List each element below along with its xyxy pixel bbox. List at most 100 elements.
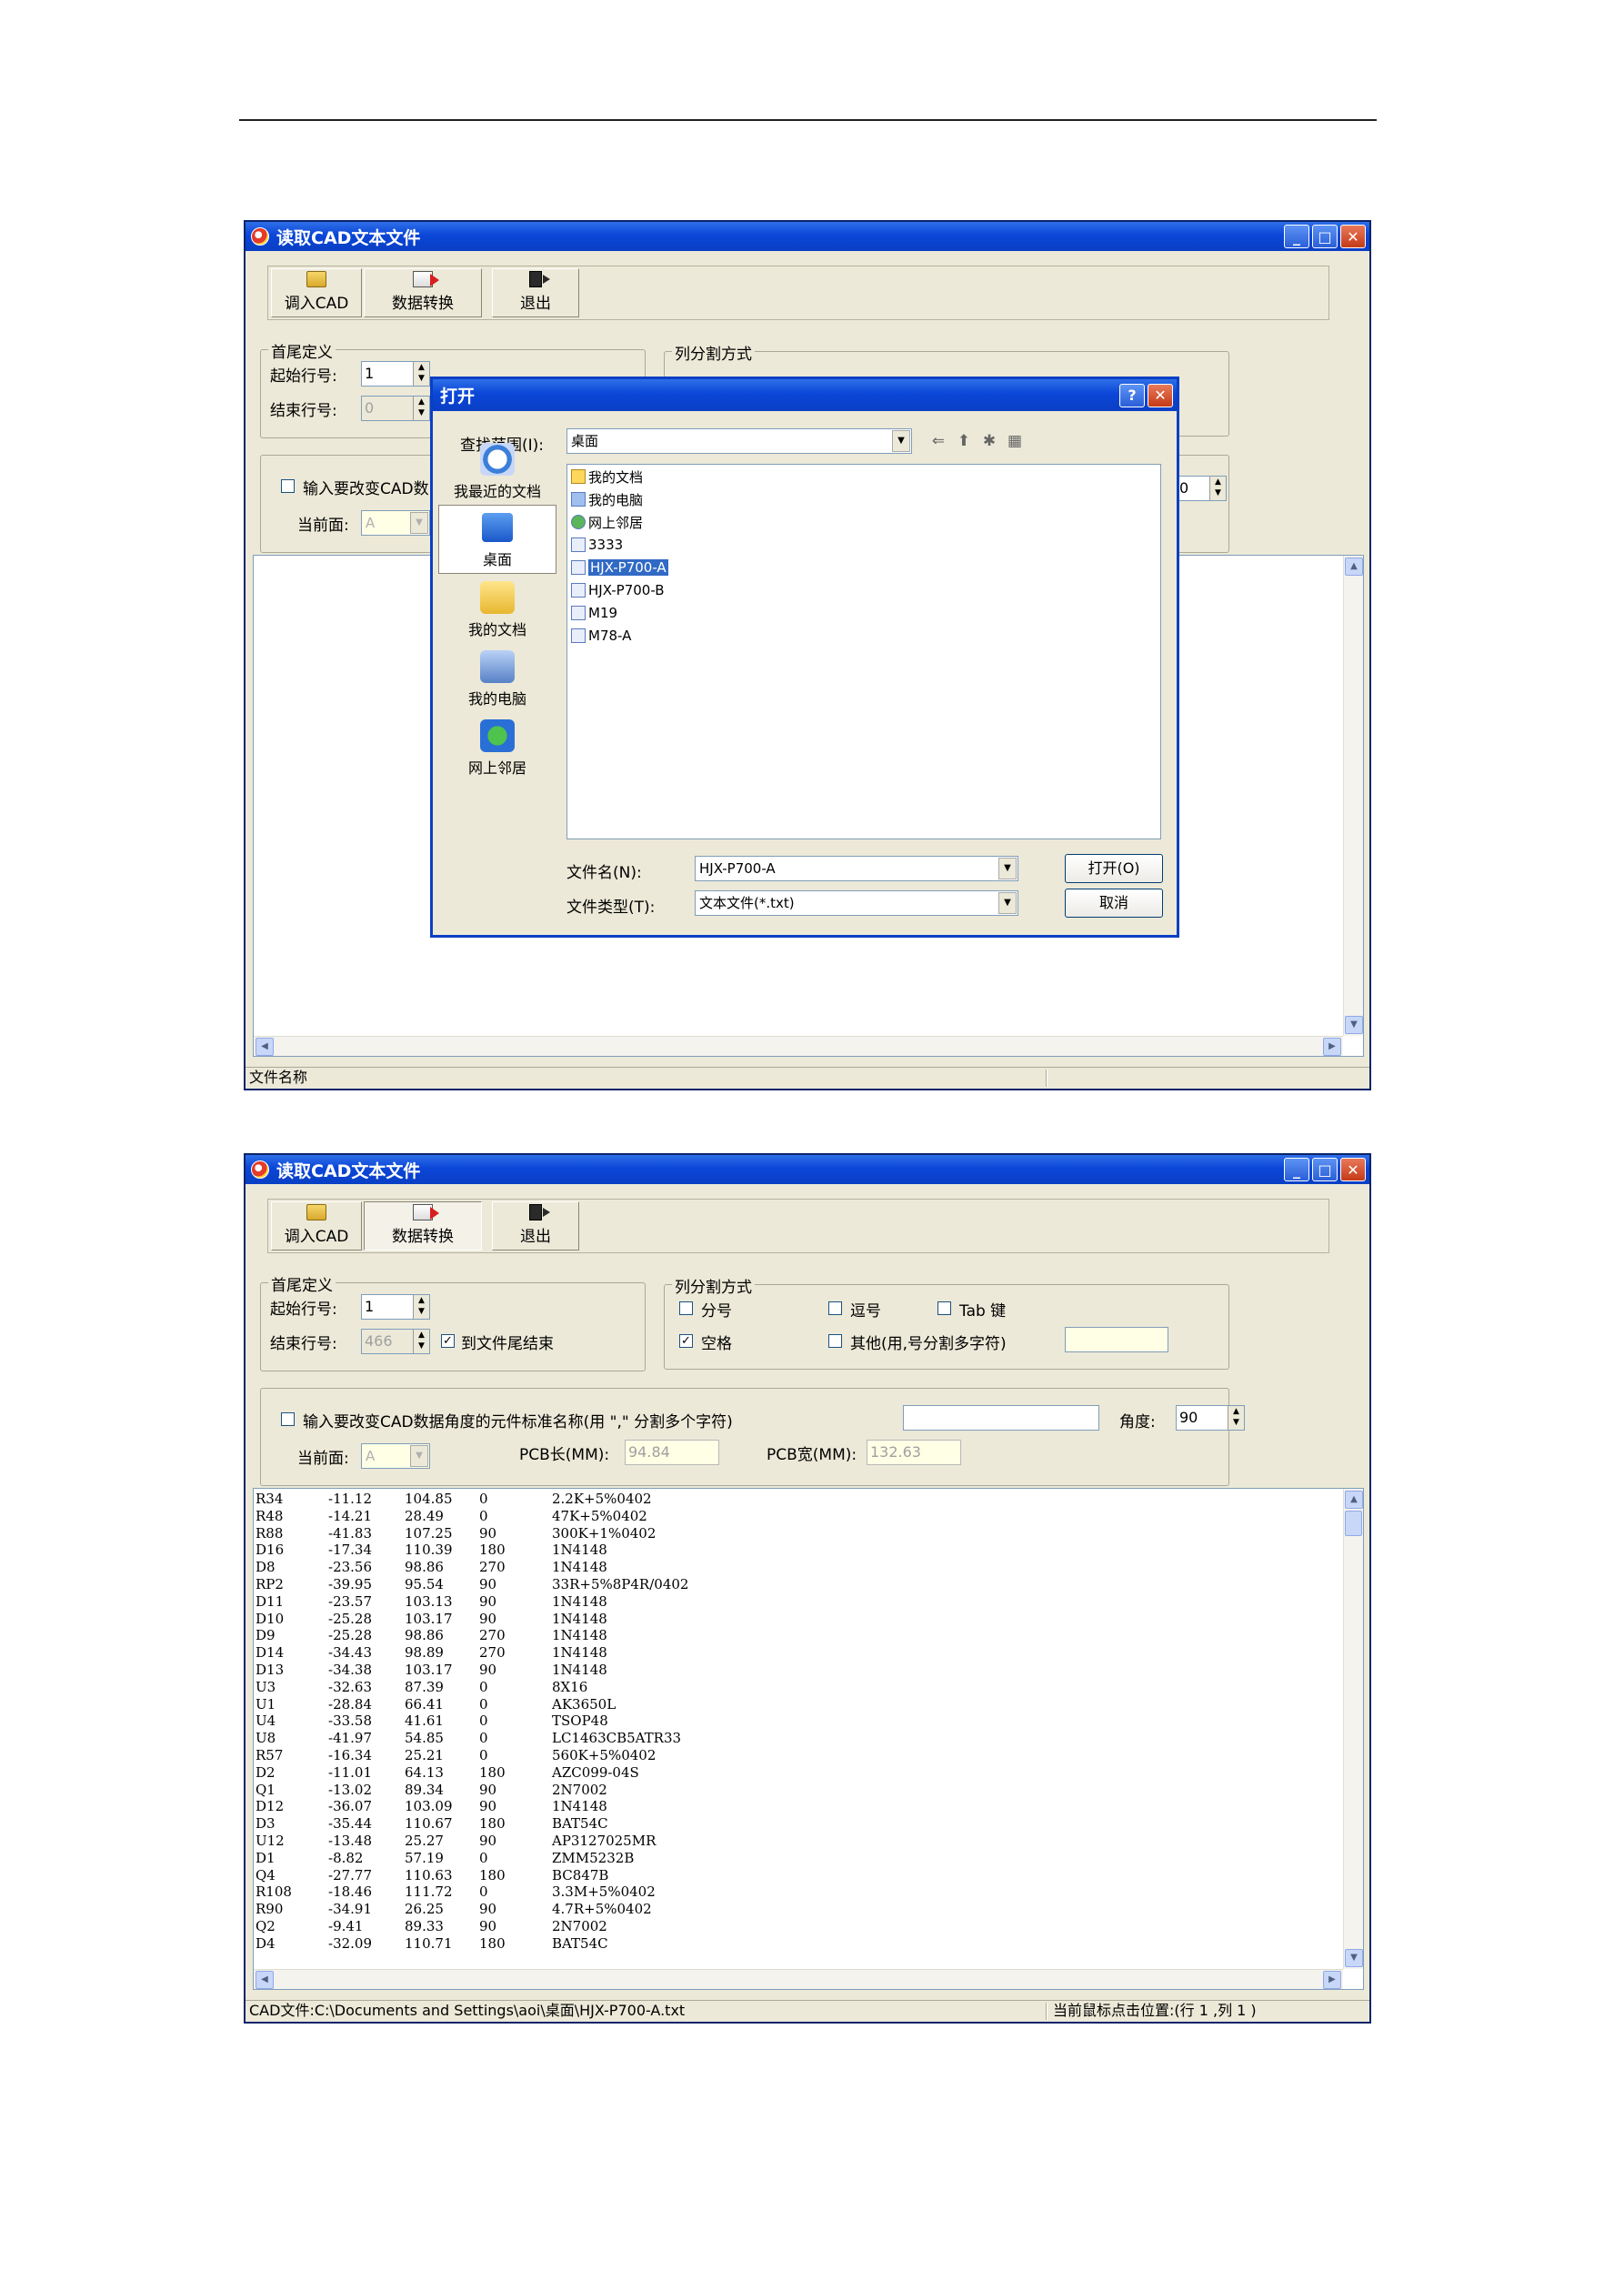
dialog-close-button[interactable]: ✕ <box>1148 383 1173 407</box>
horizontal-scrollbar[interactable]: ◀ ▶ <box>254 1036 1343 1056</box>
scroll-up-icon[interactable]: ▲ <box>1345 1491 1363 1509</box>
angle-checkbox[interactable] <box>281 1412 295 1426</box>
spinner-arrows[interactable]: ▲ ▼ <box>1209 477 1226 500</box>
new-folder-icon[interactable]: ✱ <box>980 432 998 450</box>
file-item[interactable]: 我的电脑 <box>571 489 643 509</box>
scroll-up-icon[interactable]: ▲ <box>1345 557 1363 576</box>
cancel-button[interactable]: 取消 <box>1065 889 1163 918</box>
open-button[interactable]: 打开(O) <box>1065 854 1163 883</box>
folder-icon <box>571 469 586 484</box>
cad-text-area[interactable]: R34 -11.12 104.85 0 2.2K+5%0402 R48 -14.21 28.4… <box>253 1488 1364 1990</box>
text-file-icon <box>571 560 586 575</box>
file-type-combo[interactable]: 文本文件(*.txt) ▼ <box>695 890 1018 916</box>
end-line-spinner[interactable]: 0 ▲ ▼ <box>361 396 430 421</box>
exit-button[interactable]: 退出 <box>492 1201 579 1251</box>
data-cell: 90 <box>479 1833 497 1849</box>
title-bar[interactable]: 读取CAD文本文件 _ □ ✕ <box>246 1155 1369 1184</box>
place-my-documents[interactable]: 我的文档 <box>438 574 556 643</box>
data-cell: 90 <box>479 1901 497 1918</box>
to-end-checkbox[interactable]: ✓ <box>441 1334 455 1348</box>
file-item[interactable]: M19 <box>571 603 617 623</box>
start-line-spinner[interactable]: 1 ▲ ▼ <box>361 1294 430 1320</box>
space-checkbox[interactable]: ✓ <box>679 1334 693 1348</box>
angle-spinner[interactable]: 90 ▲ ▼ <box>1176 1405 1245 1431</box>
close-button[interactable]: ✕ <box>1340 225 1366 248</box>
look-in-combo[interactable]: 桌面 ▼ <box>566 428 912 454</box>
current-side-combo[interactable]: A ▼ <box>361 510 430 536</box>
data-cell: 26.25 <box>405 1901 444 1918</box>
angle-spinner[interactable]: 0 ▲ ▼ <box>1176 476 1227 501</box>
component-names-input[interactable] <box>903 1405 1099 1431</box>
file-list[interactable]: 我的文档 我的电脑 网上邻居 3333 HJX-P700-A HJX-P700-… <box>566 464 1161 839</box>
file-item[interactable]: 3333 <box>571 535 623 555</box>
data-cell: 90 <box>479 1918 497 1934</box>
dialog-title-bar[interactable]: 打开 ? ✕ <box>433 379 1177 411</box>
data-cell: 103.17 <box>405 1610 453 1627</box>
load-cad-button[interactable]: 调入CAD <box>271 1201 362 1251</box>
data-cell: 1N4148 <box>552 1592 607 1610</box>
file-item[interactable]: HJX-P700-B <box>571 580 665 600</box>
spinner-arrows[interactable]: ▲ ▼ <box>1228 1406 1244 1430</box>
up-folder-icon[interactable]: ⬆ <box>955 432 973 450</box>
maximize-button[interactable]: □ <box>1312 1158 1338 1181</box>
data-cell: D1 <box>256 1849 276 1866</box>
semicolon-checkbox[interactable] <box>679 1301 693 1315</box>
other-separator-input[interactable] <box>1065 1327 1168 1352</box>
minimize-button[interactable]: _ <box>1284 225 1309 248</box>
text-file-icon <box>571 583 586 598</box>
spinner-arrows[interactable]: ▲ ▼ <box>413 397 429 420</box>
file-item-selected[interactable]: HJX-P700-A <box>571 557 668 578</box>
scroll-left-icon[interactable]: ◀ <box>256 1971 274 1989</box>
place-my-computer[interactable]: 我的电脑 <box>438 643 556 712</box>
file-item[interactable]: 我的文档 <box>571 467 643 487</box>
scroll-right-icon[interactable]: ▶ <box>1323 1038 1341 1056</box>
vertical-scrollbar[interactable]: ▲ ▼ <box>1343 556 1363 1036</box>
convert-button[interactable]: 数据转换 <box>364 1201 482 1251</box>
comma-checkbox[interactable] <box>828 1301 842 1315</box>
horizontal-scrollbar[interactable]: ◀ ▶ <box>254 1969 1343 1989</box>
spinner-arrows[interactable]: ▲ ▼ <box>413 1295 429 1319</box>
scroll-down-icon[interactable]: ▼ <box>1345 1949 1363 1967</box>
close-button[interactable]: ✕ <box>1340 1158 1366 1181</box>
file-item[interactable]: 网上邻居 <box>571 512 643 532</box>
status-bar: 文件名称 <box>246 1067 1369 1089</box>
exit-label: 退出 <box>520 1228 551 1246</box>
minimize-button[interactable]: _ <box>1284 1158 1309 1181</box>
angle-checkbox[interactable] <box>281 479 295 493</box>
data-cell: 57.19 <box>405 1849 444 1866</box>
scroll-thumb[interactable] <box>1345 1511 1362 1536</box>
view-menu-icon[interactable]: ▦ <box>1006 432 1024 450</box>
vertical-scrollbar[interactable]: ▲ ▼ <box>1343 1489 1363 1969</box>
scroll-down-icon[interactable]: ▼ <box>1345 1016 1363 1034</box>
scroll-left-icon[interactable]: ◀ <box>256 1038 274 1056</box>
current-side-combo[interactable]: A ▼ <box>361 1443 430 1469</box>
tab-label: Tab 键 <box>959 1302 1007 1321</box>
other-checkbox[interactable] <box>828 1334 842 1348</box>
back-icon[interactable]: ⇐ <box>929 432 947 450</box>
load-cad-button[interactable]: 调入CAD <box>271 268 362 317</box>
maximize-button[interactable]: □ <box>1312 225 1338 248</box>
data-cell: 0 <box>479 1849 488 1866</box>
file-item[interactable]: M78-A <box>571 626 631 646</box>
data-cell: 89.34 <box>405 1781 444 1798</box>
exit-button[interactable]: 退出 <box>492 268 579 317</box>
angle-value: 90 <box>1179 1409 1198 1426</box>
data-cell: 0 <box>479 1713 488 1730</box>
spinner-arrows[interactable]: ▲ ▼ <box>413 1330 429 1353</box>
place-recent[interactable]: 我最近的文档 <box>438 436 556 505</box>
split-group: 列分割方式 分号 逗号 Tab 键 ✓ 空格 其他(用,号分割多字符) <box>664 1274 1229 1370</box>
place-network[interactable]: 网上邻居 <box>438 712 556 781</box>
data-cell: 1N4148 <box>552 1662 607 1678</box>
start-line-spinner[interactable]: 1 ▲ ▼ <box>361 361 430 387</box>
title-bar[interactable]: 读取CAD文本文件 _ □ ✕ <box>246 222 1369 251</box>
scroll-right-icon[interactable]: ▶ <box>1323 1971 1341 1989</box>
spinner-arrows[interactable]: ▲ ▼ <box>413 362 429 386</box>
file-name-input[interactable]: HJX-P700-A ▼ <box>695 856 1018 881</box>
end-line-spinner[interactable]: 466 ▲ ▼ <box>361 1329 430 1354</box>
help-button[interactable]: ? <box>1119 383 1145 407</box>
file-name: 网上邻居 <box>588 514 644 531</box>
start-line-label: 起始行号: <box>270 367 337 386</box>
place-desktop[interactable]: 桌面 <box>438 505 556 574</box>
convert-button[interactable]: 数据转换 <box>364 268 482 317</box>
tab-checkbox[interactable] <box>937 1301 951 1315</box>
